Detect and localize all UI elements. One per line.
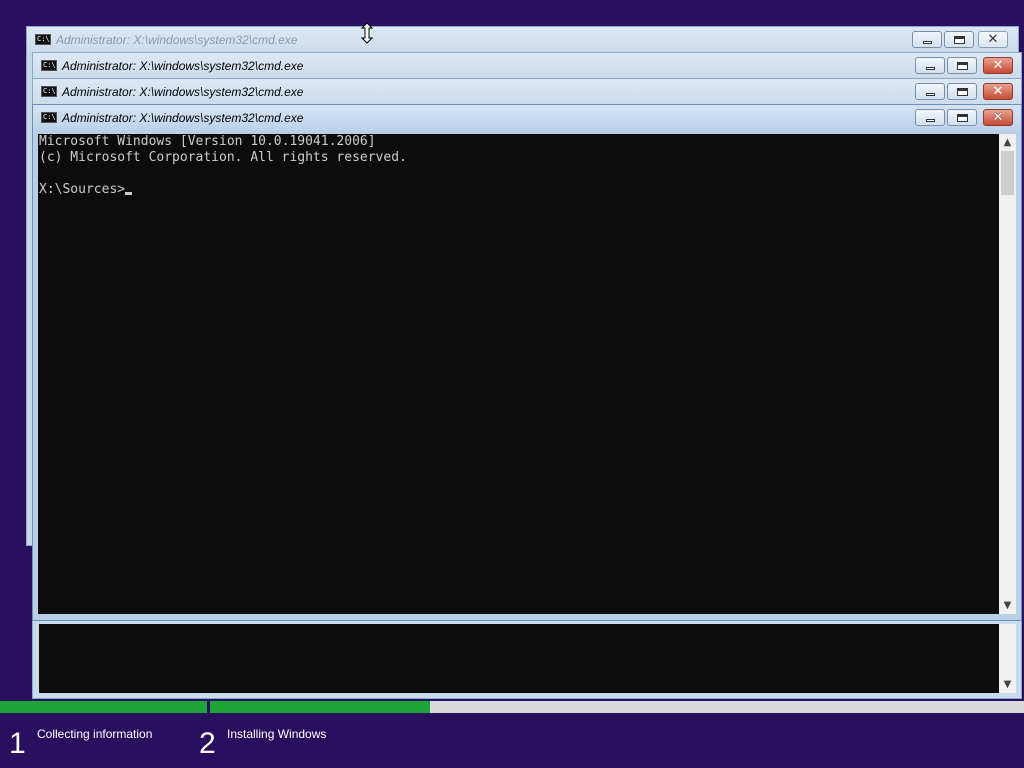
close-button[interactable]: ✕: [983, 83, 1013, 100]
step-label: Collecting information: [37, 727, 153, 741]
command-prompt[interactable]: X:\Sources>: [39, 182, 125, 197]
close-icon: ✕: [987, 32, 999, 47]
text-cursor: [125, 192, 133, 195]
maximize-button[interactable]: [947, 83, 977, 100]
scroll-down-icon[interactable]: ▼: [999, 597, 1016, 614]
maximize-button[interactable]: [947, 109, 977, 126]
minimize-icon: [926, 119, 935, 122]
maximize-button[interactable]: [947, 57, 977, 74]
close-icon: ✕: [992, 58, 1004, 73]
title-bar[interactable]: C:\ Administrator: X:\windows\system32\c…: [27, 27, 1018, 53]
cmd-icon: C:\: [41, 86, 57, 97]
step-number: 1: [9, 727, 26, 760]
minimize-button[interactable]: [915, 83, 945, 100]
scroll-down-icon[interactable]: ▼: [999, 676, 1016, 693]
step-number: 2: [199, 727, 216, 760]
maximize-icon: [957, 114, 968, 122]
console-area-back[interactable]: [39, 624, 999, 693]
close-button[interactable]: ✕: [983, 57, 1013, 74]
scrollbar-back[interactable]: ▼: [999, 624, 1016, 693]
minimize-button[interactable]: [915, 57, 945, 74]
window-title: Administrator: X:\windows\system32\cmd.e…: [56, 33, 298, 47]
console-line: Microsoft Windows [Version 10.0.19041.20…: [39, 134, 376, 149]
close-icon: ✕: [992, 84, 1004, 99]
step-label: Installing Windows: [227, 727, 327, 741]
cmd-window-active[interactable]: C:\ Administrator: X:\windows\system32\c…: [32, 104, 1022, 621]
scroll-thumb[interactable]: [1001, 151, 1014, 195]
title-bar[interactable]: C:\ Administrator: X:\windows\system32\c…: [33, 105, 1021, 131]
console-output: Microsoft Windows [Version 10.0.19041.20…: [38, 134, 999, 198]
minimize-button[interactable]: [915, 109, 945, 126]
maximize-icon: [954, 36, 965, 44]
scroll-up-icon[interactable]: ▲: [999, 134, 1016, 151]
cmd-icon: C:\: [41, 112, 57, 123]
cmd-icon: C:\: [35, 34, 51, 45]
vertical-resize-cursor-icon: [360, 22, 374, 44]
window-title: Administrator: X:\windows\system32\cmd.e…: [62, 85, 304, 99]
step-2-progress-fill: [210, 701, 430, 713]
close-icon: ✕: [992, 110, 1004, 125]
step-1-track: [0, 701, 207, 713]
minimize-icon: [926, 67, 935, 70]
close-button[interactable]: ✕: [978, 31, 1008, 48]
maximize-icon: [957, 88, 968, 96]
maximize-icon: [957, 62, 968, 70]
minimize-icon: [923, 41, 932, 44]
console-line: (c) Microsoft Corporation. All rights re…: [39, 150, 407, 165]
title-bar[interactable]: C:\ Administrator: X:\windows\system32\c…: [33, 53, 1021, 79]
window-title: Administrator: X:\windows\system32\cmd.e…: [62, 59, 304, 73]
maximize-button[interactable]: [944, 31, 974, 48]
minimize-icon: [926, 93, 935, 96]
vertical-scrollbar[interactable]: ▲ ▼: [999, 134, 1016, 614]
setup-progress: 1 Collecting information 2 Installing Wi…: [0, 701, 1024, 768]
close-button[interactable]: ✕: [983, 109, 1013, 126]
title-bar[interactable]: C:\ Administrator: X:\windows\system32\c…: [33, 79, 1021, 105]
console-area[interactable]: Microsoft Windows [Version 10.0.19041.20…: [38, 134, 999, 614]
minimize-button[interactable]: [912, 31, 942, 48]
cmd-icon: C:\: [41, 60, 57, 71]
window-title: Administrator: X:\windows\system32\cmd.e…: [62, 111, 304, 125]
step-1-progress-fill: [0, 701, 207, 713]
step-2-track: [210, 701, 1024, 713]
